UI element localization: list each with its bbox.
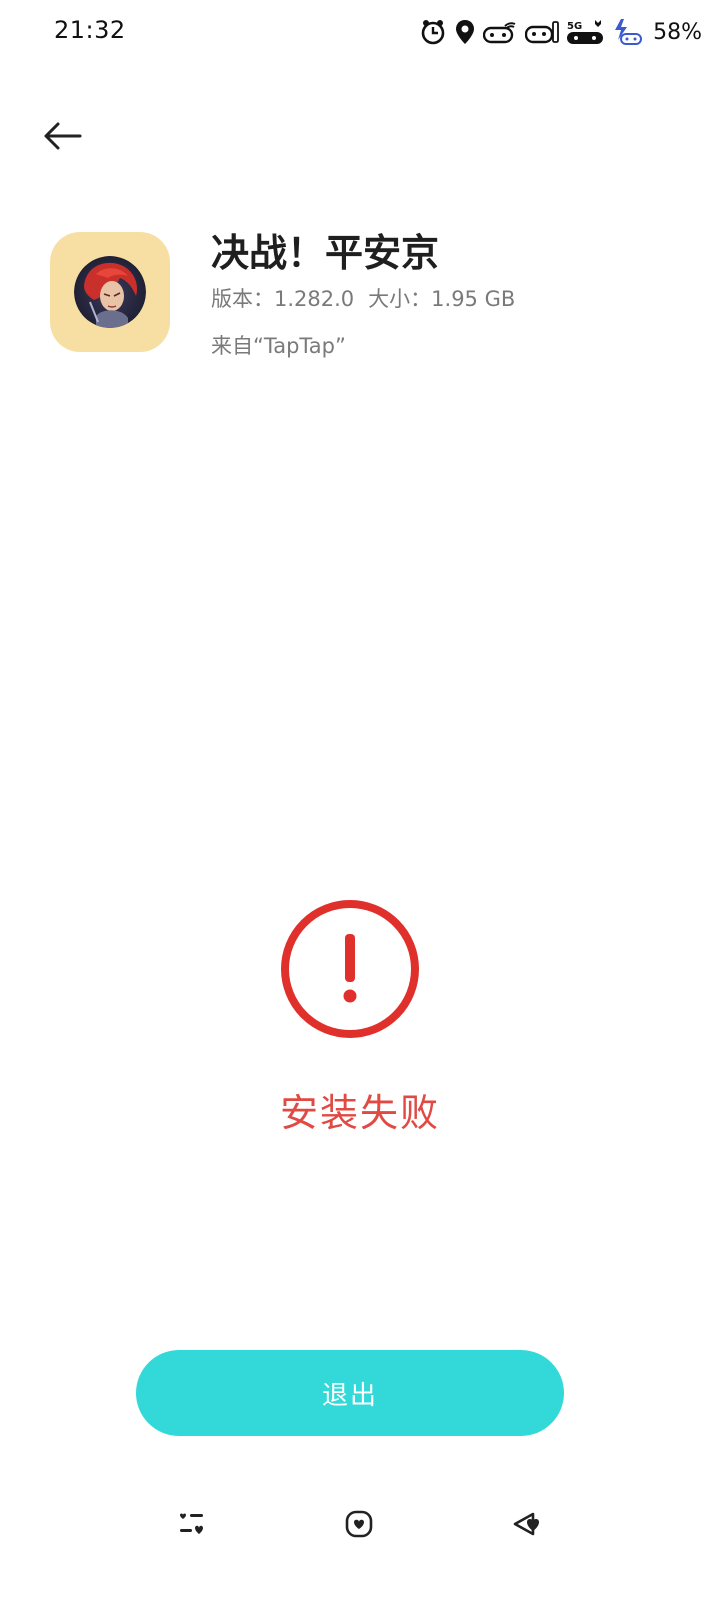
nav-home-button[interactable] — [335, 1500, 383, 1548]
size-label: 大小： — [368, 287, 432, 311]
list-heart-icon — [180, 1513, 203, 1534]
app-name: 决战！平安京 — [211, 231, 440, 275]
install-failed-message: 安装失败 — [279, 1091, 440, 1135]
app-character-avatar — [74, 256, 146, 328]
status-time: 21:32 — [54, 16, 126, 44]
size-value: 1.95 GB — [431, 287, 516, 311]
battery-level: 58% — [653, 19, 702, 45]
status-bar: 21:32 5G 58% — [0, 0, 720, 66]
version-value: 1.282.0 — [274, 287, 355, 311]
nav-back-button[interactable] — [502, 1500, 550, 1548]
alarm-icon — [421, 20, 445, 45]
heart-square-icon — [345, 1510, 373, 1538]
game-controller-icon — [483, 22, 516, 44]
arrow-left-icon — [44, 122, 82, 150]
svg-text:5G: 5G — [567, 21, 582, 32]
heart-arrow-icon — [513, 1512, 539, 1536]
location-icon — [456, 20, 475, 44]
app-version-size: 版本：1.282.0 大小：1.95 GB — [211, 283, 515, 313]
nav-recents-button[interactable] — [168, 1500, 216, 1548]
back-button[interactable] — [38, 112, 86, 160]
app-source: 来自“TapTap” — [211, 334, 346, 358]
signal-5g-icon: 5G — [567, 20, 604, 44]
cat-face-icon — [525, 21, 559, 44]
lightning-icon — [615, 19, 643, 45]
bottom-nav — [0, 1500, 720, 1552]
exit-button[interactable]: 退出 — [136, 1350, 564, 1436]
version-label: 版本： — [211, 287, 274, 311]
exclamation-circle-icon — [281, 900, 419, 1038]
status-icons: 5G 58% — [419, 14, 702, 50]
app-icon — [50, 232, 170, 352]
